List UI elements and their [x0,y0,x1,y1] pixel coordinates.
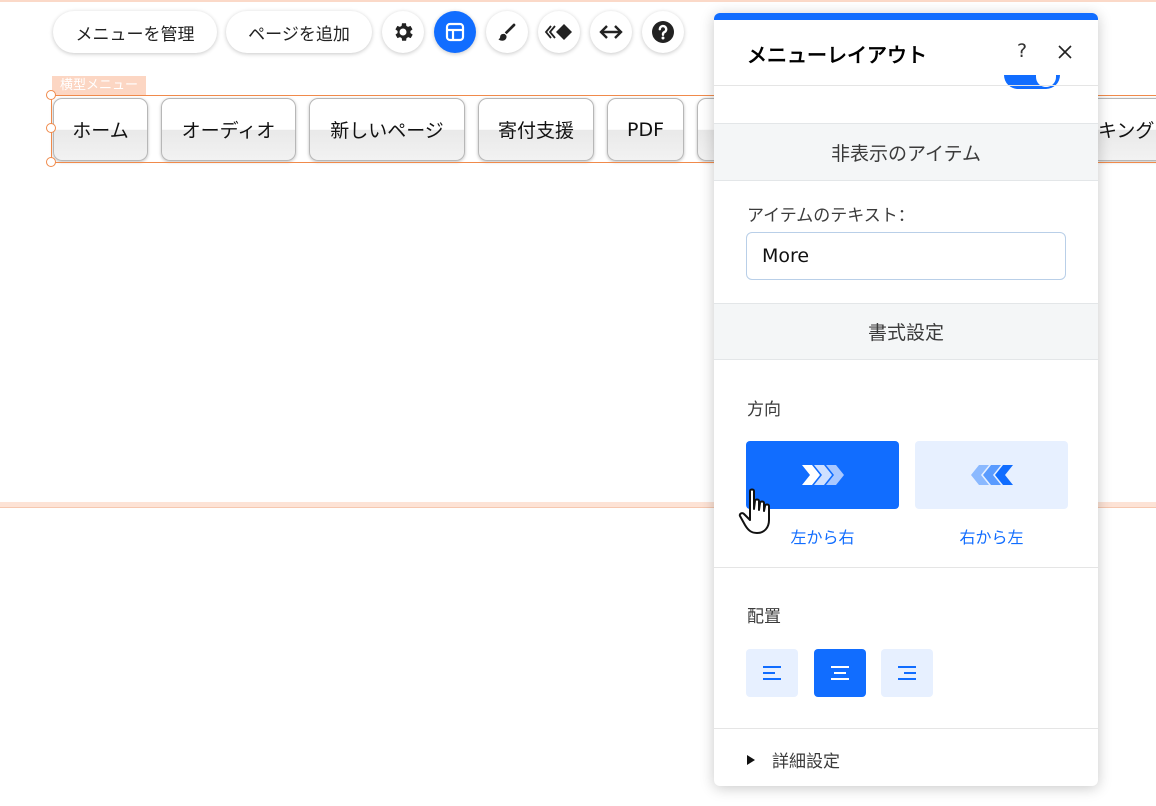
panel-header-divider [714,85,1098,86]
gear-icon [395,23,413,41]
panel-accent-bar [714,13,1098,20]
layout-icon [445,22,465,42]
help-icon [652,21,674,43]
resize-handle-left[interactable] [46,123,56,133]
advanced-settings-label: 詳細設定 [772,752,840,772]
align-right-button[interactable] [881,649,933,697]
resize-handle-top-left[interactable] [46,90,56,100]
help-button[interactable] [642,11,684,53]
alignment-label: 配置 [747,607,781,627]
item-text-label: アイテムのテキスト： [747,206,915,226]
paint-brush-icon [498,23,516,41]
direction-divider [714,567,1098,568]
settings-button[interactable] [382,11,424,53]
component-label: 横型メニュー [52,76,147,95]
stretch-button[interactable] [590,11,632,53]
editor-stage: メニューを管理 ページを追加 横型メニュー ホーム オーディオ 新しいページ 寄… [0,0,1156,806]
align-center-icon [831,666,849,680]
align-center-button[interactable] [814,649,866,697]
stretch-icon [599,25,623,39]
direction-label: 方向 [747,400,781,420]
resize-handle-bottom-left[interactable] [46,157,56,167]
item-text-input[interactable] [746,232,1066,280]
align-left-button[interactable] [746,649,798,697]
direction-rtl-button[interactable] [915,441,1068,509]
align-left-icon [763,666,781,680]
hand-pointer-cursor-icon [738,488,770,534]
panel-help-button[interactable]: ? [1010,39,1034,63]
top-guideline [0,0,1156,2]
format-section-header: 書式設定 [714,303,1098,360]
expand-arrow-icon [747,754,755,765]
add-page-button[interactable]: ページを追加 [226,11,372,53]
close-icon [1058,45,1072,59]
menu-layout-panel: メニューレイアウト ? 非表示のアイテム アイテムのテキスト： 書式設定 方向 [714,13,1098,786]
hidden-items-section-header: 非表示のアイテム [714,123,1098,181]
manage-menu-button[interactable]: メニューを管理 [53,11,217,53]
align-right-icon [898,666,916,680]
advanced-settings-toggle[interactable]: 詳細設定 [747,747,840,772]
layout-button[interactable] [434,11,476,53]
alignment-divider [714,728,1098,729]
animation-button[interactable] [538,11,580,53]
chevrons-right-icon [801,465,844,485]
panel-close-button[interactable] [1053,40,1077,64]
animation-icon [544,24,572,40]
panel-title: メニューレイアウト [747,43,927,67]
direction-rtl-caption[interactable]: 右から左 [915,524,1068,548]
design-button[interactable] [486,11,528,53]
chevrons-left-icon [970,465,1013,485]
